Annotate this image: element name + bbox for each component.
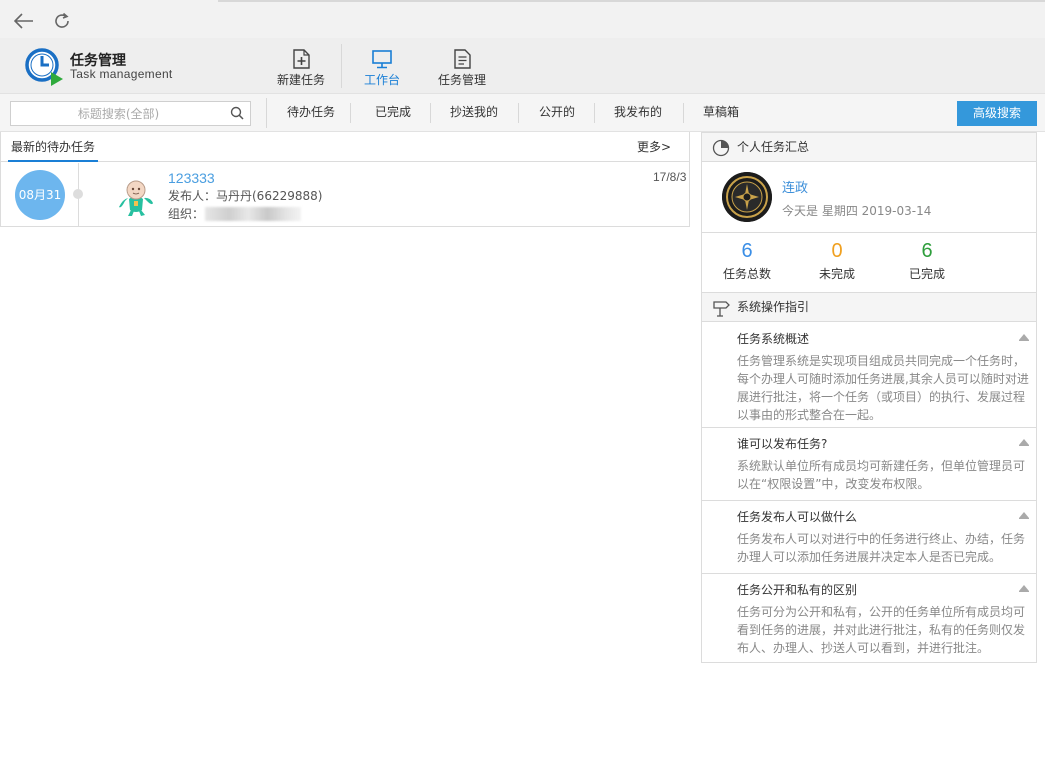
back-arrow-icon[interactable] — [13, 10, 35, 32]
document-list-icon — [454, 49, 471, 69]
task-title[interactable]: 123333 — [168, 170, 215, 186]
task-row[interactable]: 08月31 123333 发布人：马丹丹(66229888) 组织： 17/8/… — [1, 163, 689, 226]
tab-public[interactable]: 公开的 — [526, 94, 588, 131]
guide-item: 任务公开和私有的区别 任务可分为公开和私有，公开的任务单位所有成员均可看到任务的… — [702, 574, 1036, 662]
more-link[interactable]: 更多> — [637, 132, 671, 162]
stat-completed-value: 6 — [921, 240, 933, 262]
collapse-triangle-icon[interactable] — [1018, 511, 1030, 519]
guide-title: 系统操作指引 — [737, 300, 810, 314]
summary-header: 个人任务汇总 — [702, 132, 1036, 162]
tab-cc-me[interactable]: 抄送我的 — [443, 94, 505, 131]
nav-workbench[interactable]: 工作台 — [347, 38, 417, 93]
tab-my-published[interactable]: 我发布的 — [607, 94, 669, 131]
clock-logo-icon — [23, 46, 65, 88]
guide-item-title: 任务系统概述 — [737, 332, 810, 346]
task-date: 17/8/3 — [653, 170, 687, 184]
today-date: 今天是 星期四 2019-03-14 — [782, 204, 932, 218]
guide-item-body: 任务发布人可以对进行中的任务进行终止、办结，任务办理人可以添加任务进展并决定本人… — [737, 532, 1026, 564]
tab-drafts[interactable]: 草稿箱 — [690, 94, 752, 131]
nav-separator — [341, 44, 342, 88]
summary-title: 个人任务汇总 — [737, 140, 810, 154]
nav-task-manage[interactable]: 任务管理 — [427, 38, 497, 93]
pending-tasks-panel: 最新的待办任务 更多> 08月31 123333 发布人：马丹丹(6622988… — [0, 132, 690, 227]
toolbar-separator — [266, 98, 267, 128]
search-icon[interactable] — [230, 106, 244, 120]
guide-item-body: 任务可分为公开和私有，公开的任务单位所有成员均可看到任务的进展，并对此进行批注，… — [737, 605, 1026, 655]
guide-item-title: 谁可以发布任务? — [737, 437, 828, 451]
user-name-link[interactable]: 连政 — [782, 177, 808, 196]
task-date-badge: 08月31 — [15, 170, 65, 220]
browser-bar — [0, 0, 1045, 38]
tab-latest-pending[interactable]: 最新的待办任务 — [8, 132, 99, 162]
tab-divider — [430, 103, 431, 123]
search-box — [10, 101, 251, 126]
stat-total[interactable]: 6 任务总数 — [717, 240, 777, 282]
app-header: 任务管理 Task management 新建任务 工作台 任务管理 — [0, 38, 1045, 93]
guide-item-body: 任务管理系统是实现项目组成员共同完成一个任务时，每个办理人可随时添加任务进展,其… — [737, 354, 1029, 422]
guide-item-title: 任务发布人可以做什么 — [737, 510, 858, 524]
stat-incomplete[interactable]: 0 未完成 — [807, 240, 867, 282]
new-document-icon — [293, 49, 310, 69]
stat-incomplete-value: 0 — [831, 240, 843, 262]
nav-task-manage-label: 任务管理 — [437, 73, 486, 87]
tab-divider — [683, 103, 684, 123]
tab-divider — [518, 103, 519, 123]
filter-toolbar: 待办任务 已完成 抄送我的 公开的 我发布的 草稿箱 高级搜索 — [0, 93, 1045, 132]
guide-item: 谁可以发布任务? 系统默认单位所有成员均可新建任务，但单位管理员可以在“权限设置… — [702, 428, 1036, 501]
nav-new-task[interactable]: 新建任务 — [266, 38, 336, 93]
stat-total-value: 6 — [741, 240, 753, 262]
tab-completed[interactable]: 已完成 — [362, 94, 424, 131]
tab-divider — [594, 103, 595, 123]
tab-divider — [350, 103, 351, 123]
guide-item: 任务系统概述 任务管理系统是实现项目组成员共同完成一个任务时，每个办理人可随时添… — [702, 323, 1036, 428]
task-publisher: 发布人：马丹丹(66229888) — [168, 189, 323, 203]
guide-item: 任务发布人可以做什么 任务发布人可以对进行中的任务进行终止、办结，任务办理人可以… — [702, 501, 1036, 574]
publisher-avatar — [117, 179, 155, 217]
pie-chart-icon — [712, 139, 730, 157]
collapse-triangle-icon[interactable] — [1018, 333, 1030, 341]
stat-completed-label: 已完成 — [908, 267, 945, 281]
signpost-icon — [713, 301, 730, 317]
guide-item-body: 系统默认单位所有成员均可新建任务，但单位管理员可以在“权限设置”中，改变发布权限… — [737, 459, 1026, 491]
collapse-triangle-icon[interactable] — [1018, 438, 1030, 446]
stat-total-label: 任务总数 — [722, 267, 771, 281]
org-redacted-value — [205, 207, 301, 221]
search-input[interactable] — [11, 102, 226, 125]
summary-panel: 个人任务汇总 连政 今天是 星期四 2019-03-14 6 任务总数 0 未完… — [701, 132, 1037, 663]
collapse-triangle-icon[interactable] — [1018, 584, 1030, 592]
stat-incomplete-label: 未完成 — [818, 267, 855, 281]
pending-tasks-header: 最新的待办任务 更多> — [1, 132, 689, 162]
nav-new-task-label: 新建任务 — [276, 73, 325, 87]
stat-completed[interactable]: 6 已完成 — [897, 240, 957, 282]
guide-header: 系统操作指引 — [702, 292, 1036, 322]
timeline-dot — [73, 189, 83, 199]
browser-top-line — [218, 0, 1045, 2]
stats-divider — [702, 232, 1036, 233]
refresh-icon[interactable] — [51, 10, 73, 32]
advanced-search-button[interactable]: 高级搜索 — [957, 101, 1037, 126]
monitor-icon — [372, 50, 392, 69]
guide-item-title: 任务公开和私有的区别 — [737, 583, 858, 597]
app-subtitle: Task management — [70, 67, 173, 81]
nav-workbench-label: 工作台 — [363, 73, 400, 87]
task-org-label: 组织： — [168, 207, 205, 221]
user-avatar — [722, 172, 772, 222]
tab-pending[interactable]: 待办任务 — [280, 94, 342, 131]
